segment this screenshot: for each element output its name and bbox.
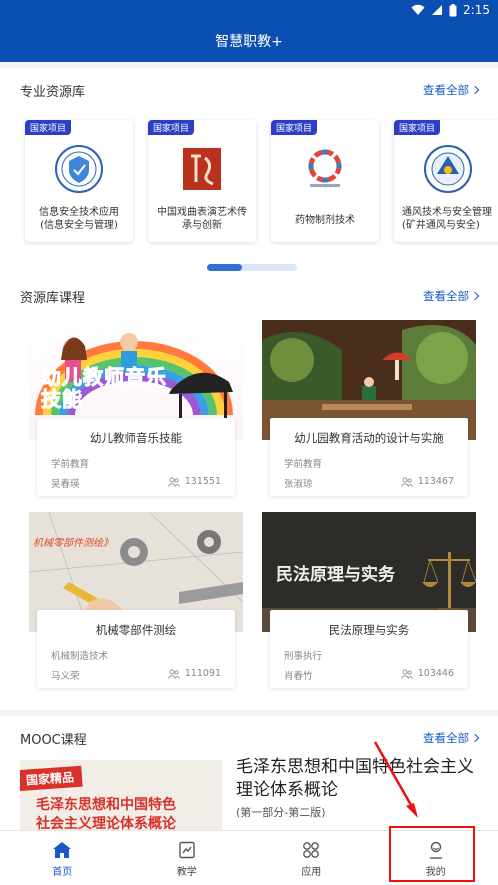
annotation-arrow [373,741,418,818]
annotation-highlight-box [389,826,475,882]
